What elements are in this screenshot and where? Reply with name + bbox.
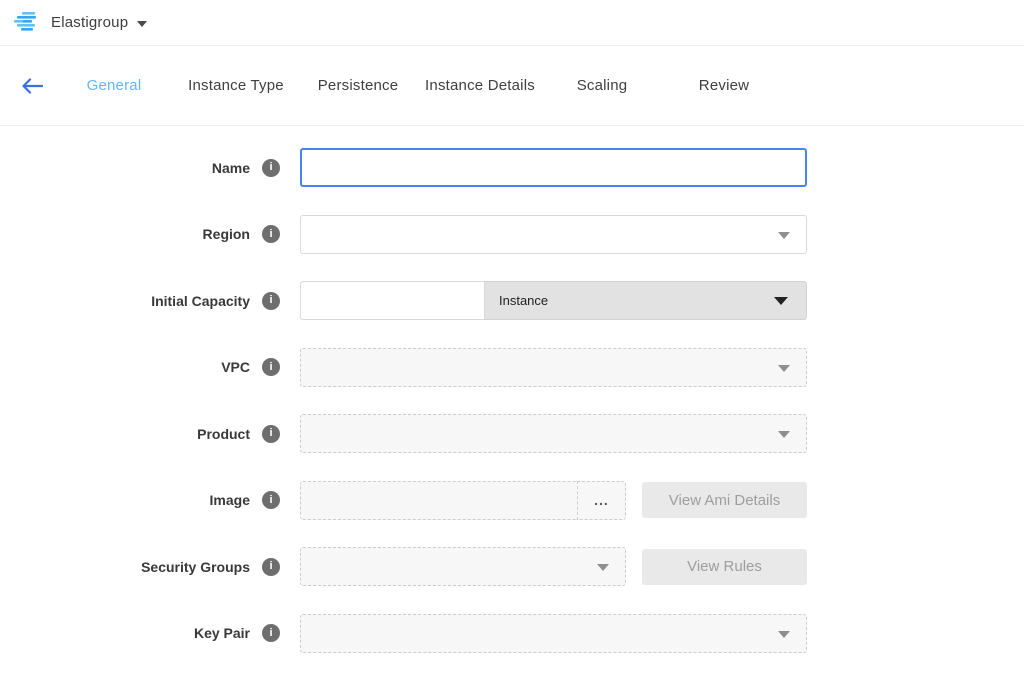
info-icon[interactable]: i	[262, 558, 280, 576]
info-icon[interactable]: i	[262, 159, 280, 177]
caret-down-icon	[778, 365, 790, 372]
info-glyph: i	[269, 229, 272, 240]
form-row-key-pair: Key Pair i	[0, 614, 1024, 653]
name-input[interactable]	[300, 148, 807, 187]
info-glyph: i	[269, 162, 272, 173]
caret-down-icon	[597, 564, 609, 571]
browse-image-button[interactable]: ...	[577, 481, 626, 520]
info-icon[interactable]: i	[262, 358, 280, 376]
info-icon[interactable]: i	[262, 225, 280, 243]
tab-general[interactable]: General	[53, 77, 175, 94]
elastigroup-logo-icon	[14, 12, 40, 34]
wizard-tab-bar: General Instance Type Persistence Instan…	[0, 46, 1024, 126]
wizard-tabs: General Instance Type Persistence Instan…	[53, 77, 785, 94]
capacity-unit-select[interactable]: Instance	[485, 281, 807, 320]
product-label: Product	[197, 426, 250, 442]
caret-down-icon	[778, 631, 790, 638]
security-groups-select	[300, 547, 626, 586]
image-input	[300, 481, 577, 520]
form-row-image: Image i ... View Ami Details	[0, 481, 1024, 520]
form-row-security-groups: Security Groups i View Rules	[0, 547, 1024, 586]
initial-capacity-label: Initial Capacity	[151, 293, 250, 309]
info-glyph: i	[269, 362, 272, 373]
vpc-select	[300, 348, 807, 387]
info-icon[interactable]: i	[262, 491, 280, 509]
region-select[interactable]	[300, 215, 807, 254]
key-pair-label: Key Pair	[194, 625, 250, 641]
caret-down-icon	[778, 431, 790, 438]
info-glyph: i	[269, 295, 272, 306]
info-icon[interactable]: i	[262, 292, 280, 310]
security-groups-label: Security Groups	[141, 559, 250, 575]
key-pair-select	[300, 614, 807, 653]
form-row-region: Region i	[0, 215, 1024, 254]
info-icon[interactable]: i	[262, 425, 280, 443]
tab-scaling[interactable]: Scaling	[541, 77, 663, 94]
general-step-form: Name i Region i Initial Capacity i	[0, 126, 1024, 653]
ellipsis-icon: ...	[594, 492, 609, 508]
info-glyph: i	[269, 628, 272, 639]
form-row-vpc: VPC i	[0, 348, 1024, 387]
form-row-product: Product i	[0, 414, 1024, 453]
info-icon[interactable]: i	[262, 624, 280, 642]
tab-persistence[interactable]: Persistence	[297, 77, 419, 94]
back-button[interactable]	[14, 68, 50, 104]
form-row-initial-capacity: Initial Capacity i Instance	[0, 281, 1024, 320]
view-ami-details-button[interactable]: View Ami Details	[642, 482, 807, 518]
tab-instance-details[interactable]: Instance Details	[419, 77, 541, 94]
region-label: Region	[203, 226, 250, 242]
tab-instance-type[interactable]: Instance Type	[175, 77, 297, 94]
image-label: Image	[210, 492, 250, 508]
chevron-down-icon	[137, 21, 147, 27]
form-row-name: Name i	[0, 148, 1024, 187]
view-rules-button[interactable]: View Rules	[642, 549, 807, 585]
product-select	[300, 414, 807, 453]
initial-capacity-input[interactable]	[300, 281, 485, 320]
app-name: Elastigroup	[51, 14, 128, 31]
caret-down-icon	[774, 297, 788, 305]
capacity-unit-value: Instance	[499, 293, 548, 308]
info-glyph: i	[269, 495, 272, 506]
arrow-left-icon	[21, 78, 43, 94]
product-switcher[interactable]: Elastigroup	[14, 12, 147, 34]
name-label: Name	[212, 160, 250, 176]
info-glyph: i	[269, 428, 272, 439]
info-glyph: i	[269, 561, 272, 572]
caret-down-icon	[778, 232, 790, 239]
top-bar: Elastigroup	[0, 0, 1024, 46]
tab-review[interactable]: Review	[663, 77, 785, 94]
vpc-label: VPC	[221, 359, 250, 375]
